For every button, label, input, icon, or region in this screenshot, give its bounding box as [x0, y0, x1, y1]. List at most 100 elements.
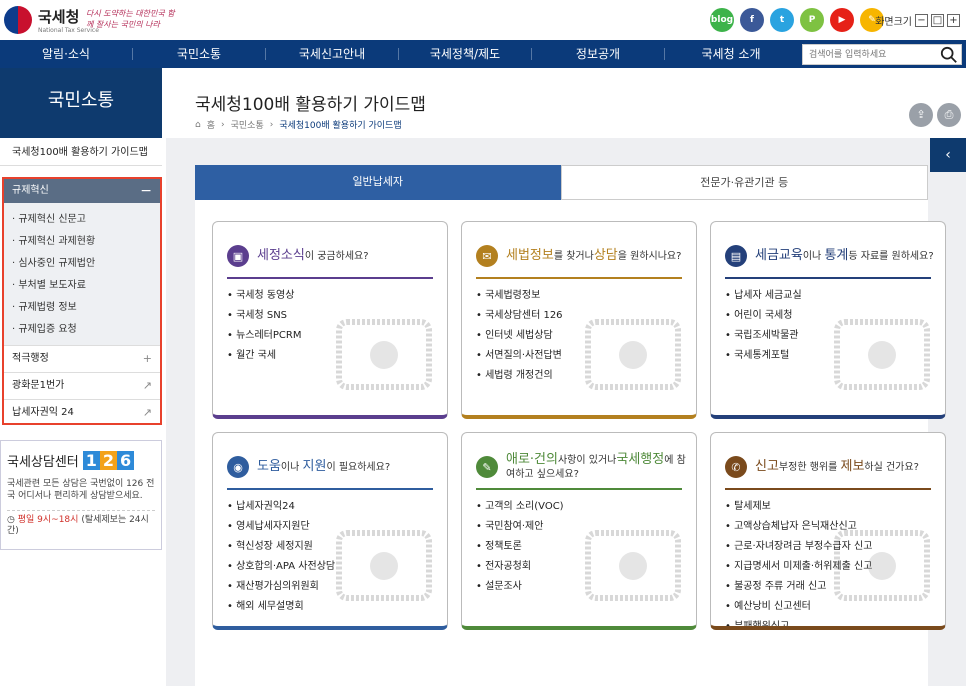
gnb-item-filing-guide[interactable]: 국세신고안내	[266, 40, 398, 68]
lnb-subitem[interactable]: · 심사중인 규제법안	[4, 253, 160, 275]
top-header: 국세청 National Tax Service 다시 도약하는 대한민국 함께…	[0, 0, 966, 40]
tab-professional[interactable]: 전문가·유관기관 등	[560, 165, 928, 200]
card-category-icon: ✎	[476, 456, 498, 478]
guide-card: ▤ 세금교육이나 통계등 자료를 원하세요? 납세자 세금교실어린이 국세청국립…	[710, 221, 946, 419]
zoom-controls: 화면크기 − □ +	[875, 13, 960, 28]
lnb-subitem[interactable]: · 부처별 보도자료	[4, 275, 160, 297]
card-link[interactable]: 부패행위신고	[725, 617, 872, 626]
gnb-item-disclosure[interactable]: 정보공개	[532, 40, 664, 68]
clock-icon: ◷	[7, 515, 15, 525]
lnb-title: 국민소통	[0, 68, 162, 138]
card-link[interactable]: 설문조사	[476, 577, 564, 597]
lnb-subitem[interactable]: · 규제혁신 신문고	[4, 209, 160, 231]
lnb-subitem[interactable]: · 규제법령 정보	[4, 297, 160, 319]
card-link[interactable]: 국세법령정보	[476, 286, 563, 306]
search-box	[802, 44, 962, 65]
call-center-hours: ◷ 평일 9시~18시 (탈세제보는 24시간)	[7, 510, 155, 537]
sns-icon[interactable]: t	[770, 8, 794, 32]
sns-icon[interactable]: f	[740, 8, 764, 32]
global-nav: 알림·소식 국민소통 국세신고안내 국세정책/제도 정보공개 국세청 소개	[0, 40, 966, 68]
card-link[interactable]: 재산평가심의위원회	[227, 577, 335, 597]
lnb-submenu: · 규제혁신 신문고 · 규제혁신 과제현황 · 심사중인 규제법안 · 부처별…	[4, 203, 160, 345]
tab-bar: 일반납세자 전문가·유관기관 등	[195, 165, 928, 200]
lnb-highlight-box: 규제혁신 − · 규제혁신 신문고 · 규제혁신 과제현황 · 심사중인 규제법…	[2, 177, 162, 425]
call-center-desc: 국세관련 모든 상담은 국번없이 126 전국 어디서나 편리하게 상담받으세요…	[7, 479, 155, 501]
slogan: 다시 도약하는 대한민국 함께 잘사는 국민의 나라	[86, 9, 175, 29]
lnb-subitem[interactable]: · 규제입증 요청	[4, 319, 160, 341]
zoom-out-button[interactable]: −	[915, 14, 928, 27]
sns-links: blog f t P ▶ ✎	[710, 8, 884, 32]
print-button[interactable]: ⎙	[937, 103, 961, 127]
card-link[interactable]: 국세통계포털	[725, 346, 802, 366]
card-divider	[476, 488, 682, 490]
guide-card: ✆ 신고부정한 행위를 제보하실 건가요? 탈세제보고액상습체납자 은닉재산신고…	[710, 432, 946, 630]
home-icon[interactable]: ⌂	[195, 120, 201, 130]
lnb-item-guide-map[interactable]: 국세청100배 활용하기 가이드맵	[0, 140, 162, 166]
card-link[interactable]: 국세청 SNS	[227, 306, 301, 326]
card-illustration-icon	[336, 530, 432, 601]
card-divider	[725, 277, 931, 279]
card-link[interactable]: 납세자 세금교실	[725, 286, 802, 306]
card-title: 세정소식이 궁금하세요?	[257, 247, 369, 263]
sns-icon[interactable]: blog	[710, 8, 734, 32]
card-illustration-icon	[336, 319, 432, 390]
card-link[interactable]: 어린이 국세청	[725, 306, 802, 326]
lnb-group-regulation[interactable]: 규제혁신 −	[4, 179, 160, 203]
card-link[interactable]: 전자공청회	[476, 557, 564, 577]
card-link[interactable]: 혁신성장 세정지원	[227, 537, 335, 557]
guide-card: ◉ 도움이나 지원이 필요하세요? 납세자권익24영세납세자지원단혁신성장 세정…	[212, 432, 448, 630]
card-link[interactable]: 월간 국세	[227, 346, 301, 366]
sns-icon[interactable]: P	[800, 8, 824, 32]
search-input[interactable]	[803, 45, 933, 64]
guide-card: ▣ 세정소식이 궁금하세요? 국세청 동영상국세청 SNS뉴스레터PCRM월간 …	[212, 221, 448, 419]
guide-card: ✉ 세법정보를 찾거나상담을 원하시나요? 국세법령정보국세상담센터 126인터…	[461, 221, 697, 419]
card-category-icon: ✆	[725, 456, 747, 478]
card-link[interactable]: 국민참여·제안	[476, 517, 564, 537]
call-center-number: 126	[82, 451, 135, 470]
tab-general-taxpayer[interactable]: 일반납세자	[195, 165, 561, 200]
card-divider	[227, 488, 433, 490]
card-link[interactable]: 탈세제보	[725, 497, 872, 517]
sns-icon[interactable]: ▶	[830, 8, 854, 32]
card-link[interactable]: 상호합의·APA 사전상담	[227, 557, 335, 577]
external-link-icon: ↗	[142, 379, 152, 392]
plus-icon: +	[142, 352, 152, 365]
card-link[interactable]: 뉴스레터PCRM	[227, 326, 301, 346]
lnb-group-label: 규제혁신	[12, 185, 49, 196]
card-link[interactable]: 인터넷 세법상담	[476, 326, 563, 346]
zoom-reset-button[interactable]: □	[931, 14, 944, 27]
card-link[interactable]: 고객의 소리(VOC)	[476, 497, 564, 517]
panel-toggle-button[interactable]: ‹	[930, 138, 966, 172]
zoom-in-button[interactable]: +	[947, 14, 960, 27]
card-link[interactable]: 국세상담센터 126	[476, 306, 562, 326]
card-link[interactable]: 서면질의·사전답변	[476, 346, 563, 366]
logo[interactable]: 국세청 National Tax Service	[4, 6, 99, 34]
card-category-icon: ▣	[227, 245, 249, 267]
gnb-item-news[interactable]: 알림·소식	[0, 40, 132, 68]
card-link[interactable]: 국세청 동영상	[227, 286, 301, 306]
card-title: 도움이나 지원이 필요하세요?	[257, 458, 391, 474]
card-link-list: 국세청 동영상국세청 SNS뉴스레터PCRM월간 국세	[227, 286, 301, 366]
share-button[interactable]: ⇪	[909, 103, 933, 127]
card-link[interactable]: 해외 세무설명회	[227, 597, 335, 617]
search-icon[interactable]	[940, 46, 958, 64]
card-link[interactable]: 납세자권익24	[227, 497, 335, 517]
gnb-item-communication[interactable]: 국민소통	[133, 40, 265, 68]
card-title: 신고부정한 행위를 제보하실 건가요?	[755, 458, 919, 474]
lnb-subitem[interactable]: · 규제혁신 과제현황	[4, 231, 160, 253]
card-illustration-icon	[834, 319, 930, 390]
card-divider	[227, 277, 433, 279]
card-title: 애로·건의사항이 있거나국세행정에 참여하고 싶으세요?	[506, 451, 686, 480]
card-illustration-icon	[834, 530, 930, 601]
gnb-item-about[interactable]: 국세청 소개	[665, 40, 797, 68]
lnb-item-proactive[interactable]: 적극행정 +	[4, 345, 160, 372]
card-link[interactable]: 국립조세박물관	[725, 326, 802, 346]
lnb-item-taxpayer-rights[interactable]: 납세자권익 24 ↗	[4, 399, 160, 426]
card-link[interactable]: 영세납세자지원단	[227, 517, 335, 537]
lnb-item-gwanghwamun[interactable]: 광화문1번가 ↗	[4, 372, 160, 399]
collapse-icon[interactable]: −	[140, 179, 152, 203]
card-link[interactable]: 세법령 개정건의	[476, 366, 563, 386]
logo-mark-icon	[4, 6, 32, 34]
card-link[interactable]: 정책토론	[476, 537, 564, 557]
gnb-item-policy[interactable]: 국세정책/제도	[399, 40, 531, 68]
